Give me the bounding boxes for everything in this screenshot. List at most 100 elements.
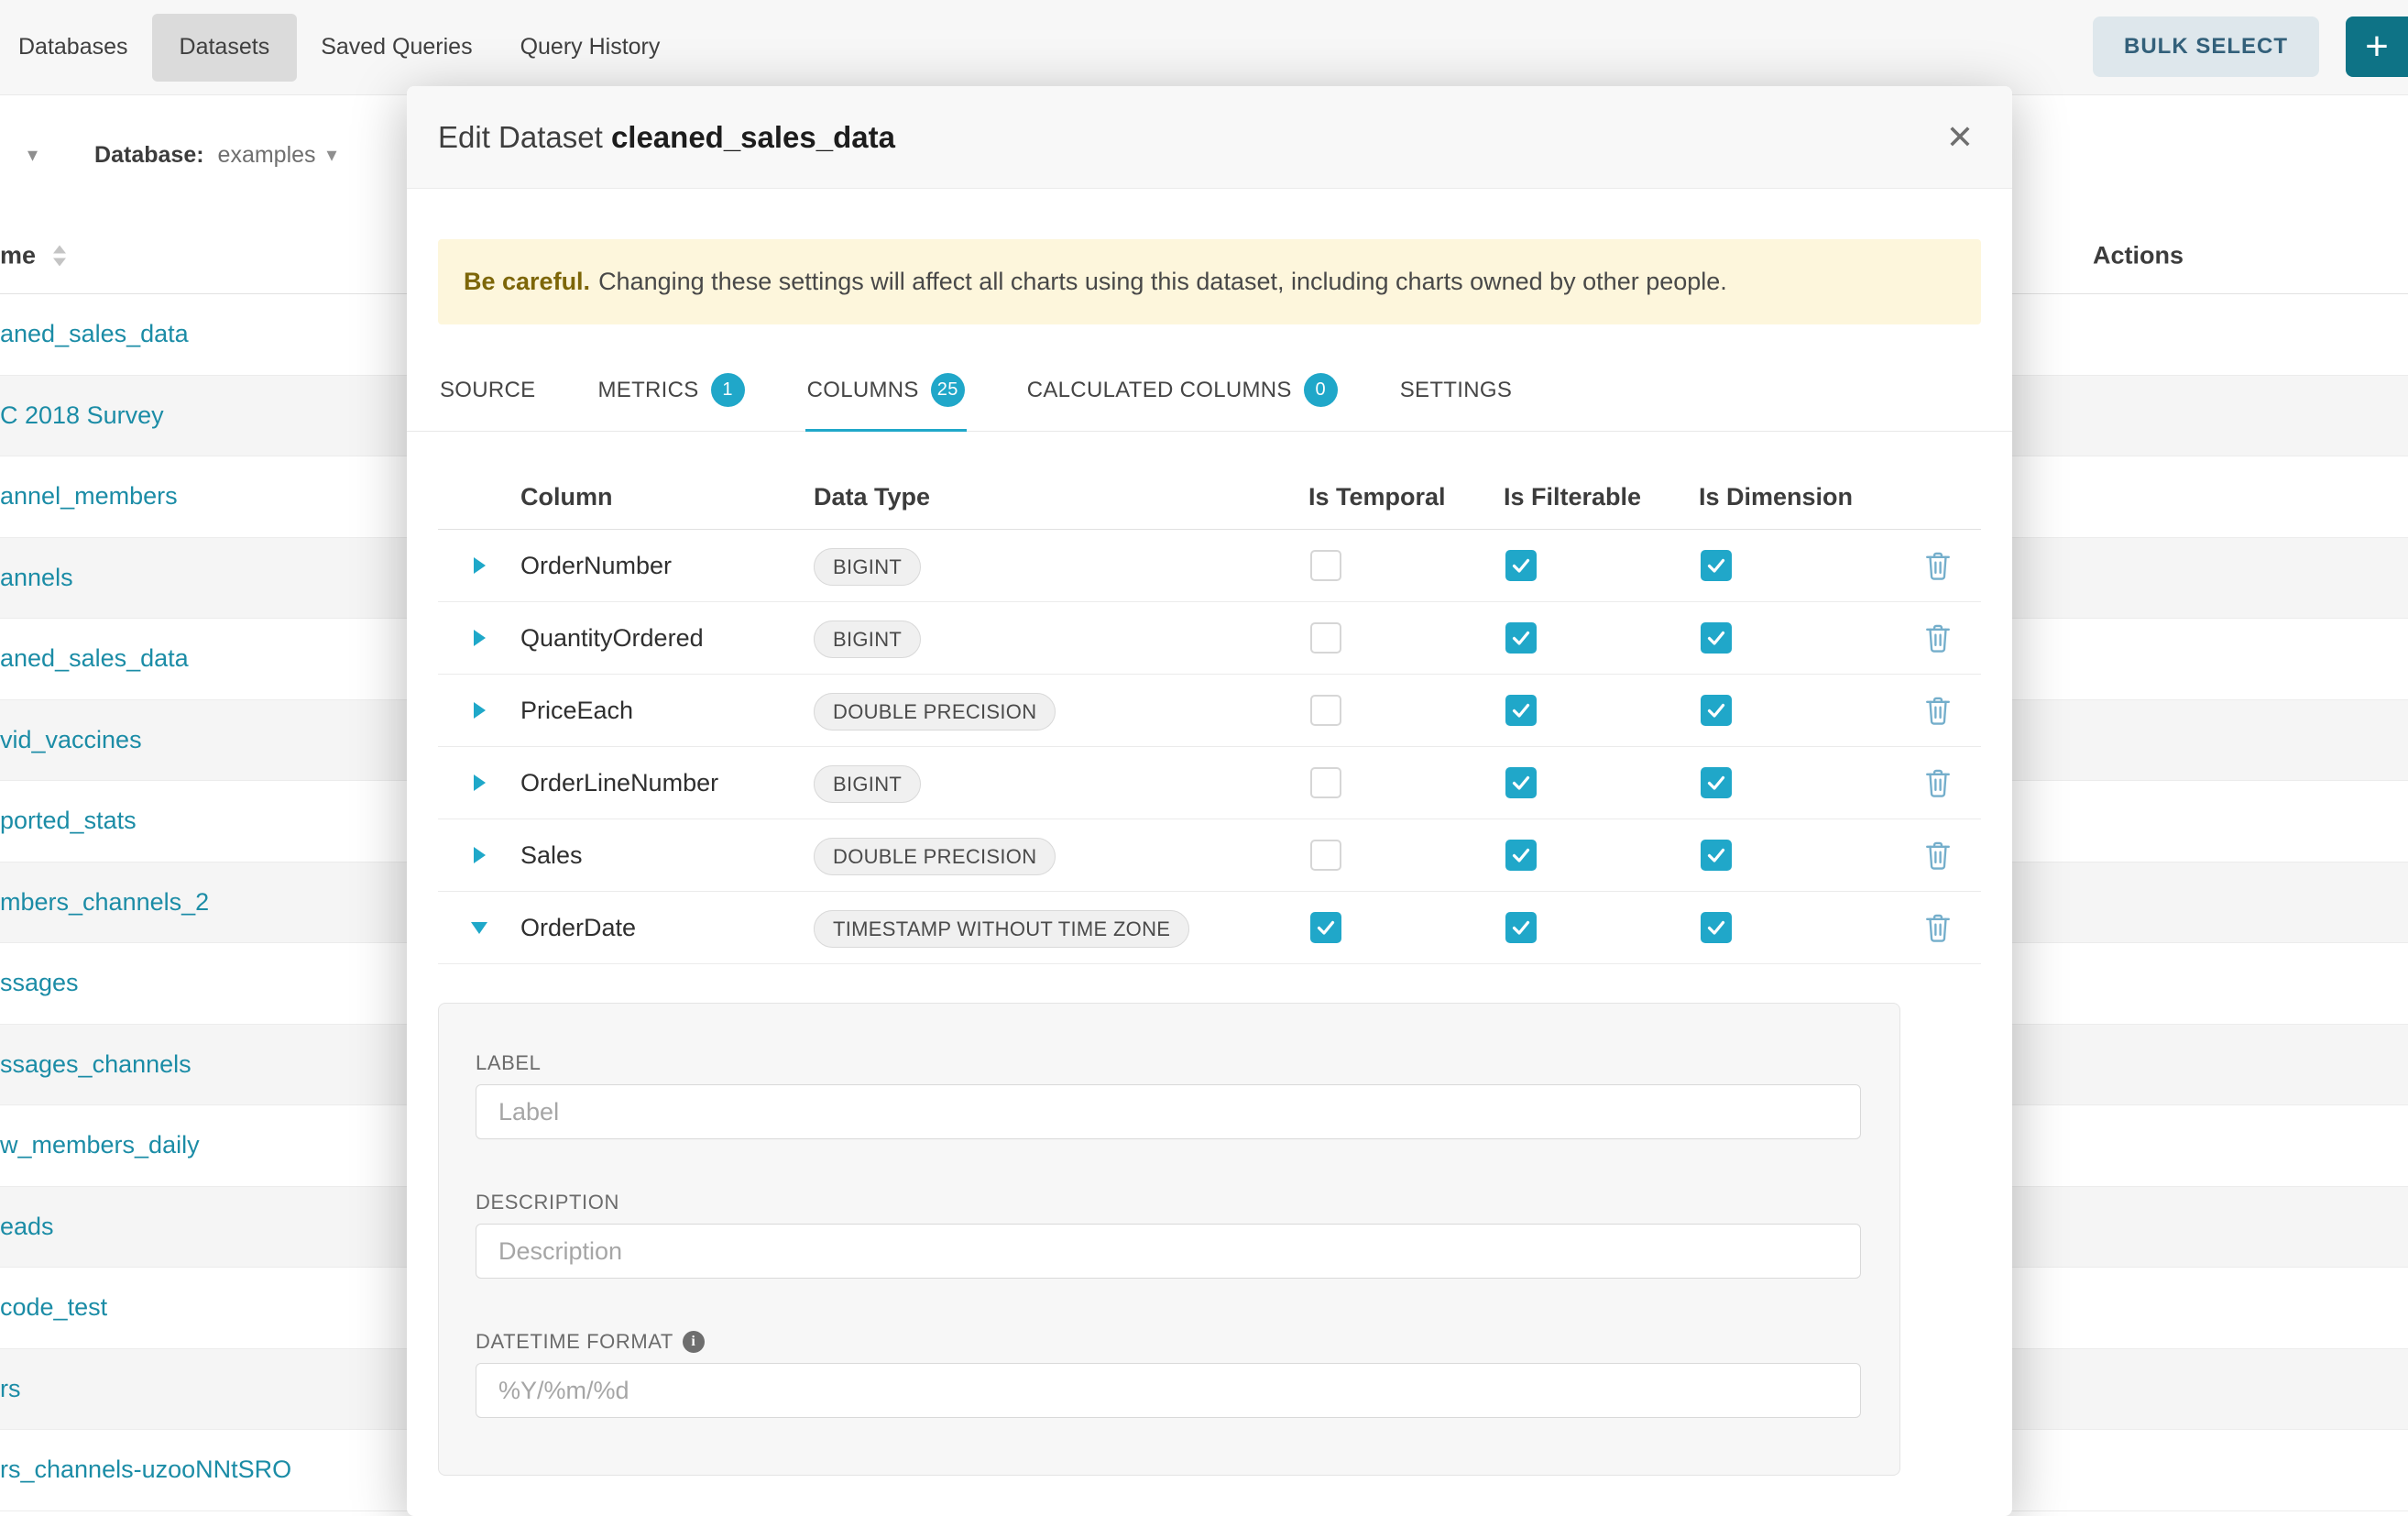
is-temporal-checkbox[interactable] — [1310, 840, 1341, 871]
edit-dataset-modal: Edit Dataset cleaned_sales_data ✕ Be car… — [407, 86, 2012, 1516]
description-field-label: DESCRIPTION — [476, 1191, 1859, 1214]
close-icon[interactable]: ✕ — [1946, 121, 1974, 154]
bulk-select-button[interactable]: BULK SELECT — [2093, 16, 2319, 77]
dataset-link[interactable]: annel_members — [0, 482, 178, 511]
dataset-link[interactable]: aned_sales_data — [0, 320, 189, 348]
nav-item-saved-queries[interactable]: Saved Queries — [297, 14, 496, 82]
datetime-format-field-label: DATETIME FORMAT i — [476, 1330, 1859, 1354]
delete-column-button[interactable] — [1894, 622, 1981, 654]
trash-icon — [1923, 622, 1953, 654]
sort-icon[interactable] — [53, 245, 66, 266]
calculated-columns-count-badge: 0 — [1304, 373, 1338, 407]
delete-column-button[interactable] — [1894, 695, 1981, 726]
is-dimension-checkbox[interactable] — [1701, 622, 1732, 654]
is-temporal-checkbox[interactable] — [1310, 912, 1341, 943]
trash-icon — [1923, 550, 1953, 581]
dataset-link[interactable]: mbers_channels_2 — [0, 888, 209, 917]
modal-tabs: SOURCE METRICS 1 COLUMNS 25 CALCULATED C… — [407, 358, 2012, 432]
dataset-link[interactable]: ported_stats — [0, 807, 137, 835]
dataset-link[interactable]: C 2018 Survey — [0, 401, 164, 430]
is-dimension-checkbox[interactable] — [1701, 912, 1732, 943]
data-type-pill: BIGINT — [814, 621, 921, 658]
chevron-down-icon[interactable]: ▾ — [327, 143, 337, 167]
tab-source-label: SOURCE — [440, 378, 535, 403]
column-name: OrderLineNumber — [520, 769, 814, 797]
data-type-header: Data Type — [814, 483, 1308, 511]
dataset-link[interactable]: vid_vaccines — [0, 726, 142, 754]
tab-columns[interactable]: COLUMNS 25 — [805, 358, 967, 432]
data-type-pill: BIGINT — [814, 548, 921, 586]
column-detail-panel: LABEL DESCRIPTION DATETIME FORMAT i — [438, 1003, 1900, 1476]
modal-header: Edit Dataset cleaned_sales_data ✕ — [407, 86, 2012, 189]
tab-metrics[interactable]: METRICS 1 — [596, 358, 746, 432]
is-dimension-checkbox[interactable] — [1701, 695, 1732, 726]
column-row: OrderNumberBIGINT — [438, 530, 1981, 602]
info-icon[interactable]: i — [683, 1331, 705, 1353]
is-filterable-checkbox[interactable] — [1505, 622, 1537, 654]
column-row: SalesDOUBLE PRECISION — [438, 819, 1981, 892]
dataset-link[interactable]: code_test — [0, 1293, 107, 1322]
column-row: OrderDateTIMESTAMP WITHOUT TIME ZONE — [438, 892, 1981, 964]
dataset-link[interactable]: ssages_channels — [0, 1050, 192, 1079]
dataset-link[interactable]: rs_channels-uzooNNtSRO — [0, 1456, 291, 1484]
is-filterable-checkbox[interactable] — [1505, 767, 1537, 798]
is-filterable-header: Is Filterable — [1504, 483, 1699, 511]
expand-caret-icon[interactable] — [438, 702, 520, 719]
database-filter-value[interactable]: examples — [218, 142, 316, 169]
delete-column-button[interactable] — [1894, 840, 1981, 871]
is-temporal-checkbox[interactable] — [1310, 622, 1341, 654]
plus-icon: + — [2365, 24, 2389, 70]
trash-icon — [1923, 840, 1953, 871]
chevron-down-icon[interactable]: ▾ — [27, 143, 38, 167]
dataset-link[interactable]: w_members_daily — [0, 1131, 200, 1159]
delete-column-button[interactable] — [1894, 550, 1981, 581]
label-field-label: LABEL — [476, 1051, 1859, 1075]
expand-caret-icon[interactable] — [438, 557, 520, 574]
data-type-pill: DOUBLE PRECISION — [814, 693, 1056, 731]
trash-icon — [1923, 695, 1953, 726]
datetime-format-input[interactable] — [476, 1363, 1861, 1418]
tab-source[interactable]: SOURCE — [438, 358, 537, 432]
is-dimension-checkbox[interactable] — [1701, 550, 1732, 581]
tab-columns-label: COLUMNS — [807, 378, 919, 403]
nav-item-query-history[interactable]: Query History — [497, 14, 684, 82]
is-filterable-checkbox[interactable] — [1505, 840, 1537, 871]
tab-settings[interactable]: SETTINGS — [1398, 358, 1514, 432]
expand-caret-icon[interactable] — [438, 847, 520, 863]
dataset-link[interactable]: rs — [0, 1375, 21, 1403]
nav-item-datasets[interactable]: Datasets — [152, 14, 298, 82]
column-name: OrderNumber — [520, 552, 814, 580]
is-temporal-checkbox[interactable] — [1310, 550, 1341, 581]
dataset-link[interactable]: aned_sales_data — [0, 644, 189, 673]
description-input[interactable] — [476, 1224, 1861, 1279]
is-temporal-checkbox[interactable] — [1310, 767, 1341, 798]
label-field-group: LABEL — [476, 1051, 1859, 1139]
warning-banner-bold: Be careful. — [464, 268, 590, 296]
columns-count-badge: 25 — [931, 373, 965, 407]
sort-down-icon — [53, 258, 66, 266]
name-column-header[interactable]: me — [0, 241, 36, 269]
nav-item-databases[interactable]: Databases — [18, 14, 152, 82]
expand-caret-icon[interactable] — [438, 630, 520, 646]
tab-calculated-columns[interactable]: CALCULATED COLUMNS 0 — [1025, 358, 1340, 432]
collapse-caret-icon[interactable] — [438, 922, 520, 934]
is-filterable-checkbox[interactable] — [1505, 550, 1537, 581]
dataset-link[interactable]: ssages — [0, 969, 79, 997]
is-dimension-checkbox[interactable] — [1701, 840, 1732, 871]
is-temporal-checkbox[interactable] — [1310, 695, 1341, 726]
modal-title-prefix: Edit Dataset — [438, 120, 603, 154]
data-type-pill: BIGINT — [814, 765, 921, 803]
column-name: PriceEach — [520, 697, 814, 725]
is-filterable-checkbox[interactable] — [1505, 695, 1537, 726]
is-filterable-checkbox[interactable] — [1505, 912, 1537, 943]
dataset-link[interactable]: annels — [0, 564, 73, 592]
dataset-link[interactable]: eads — [0, 1213, 54, 1241]
expand-caret-icon[interactable] — [438, 774, 520, 791]
actions-column-header: Actions — [2093, 241, 2184, 269]
column-name: QuantityOrdered — [520, 624, 814, 653]
delete-column-button[interactable] — [1894, 912, 1981, 943]
delete-column-button[interactable] — [1894, 767, 1981, 798]
add-dataset-button[interactable]: + — [2346, 16, 2408, 77]
label-input[interactable] — [476, 1084, 1861, 1139]
is-dimension-checkbox[interactable] — [1701, 767, 1732, 798]
